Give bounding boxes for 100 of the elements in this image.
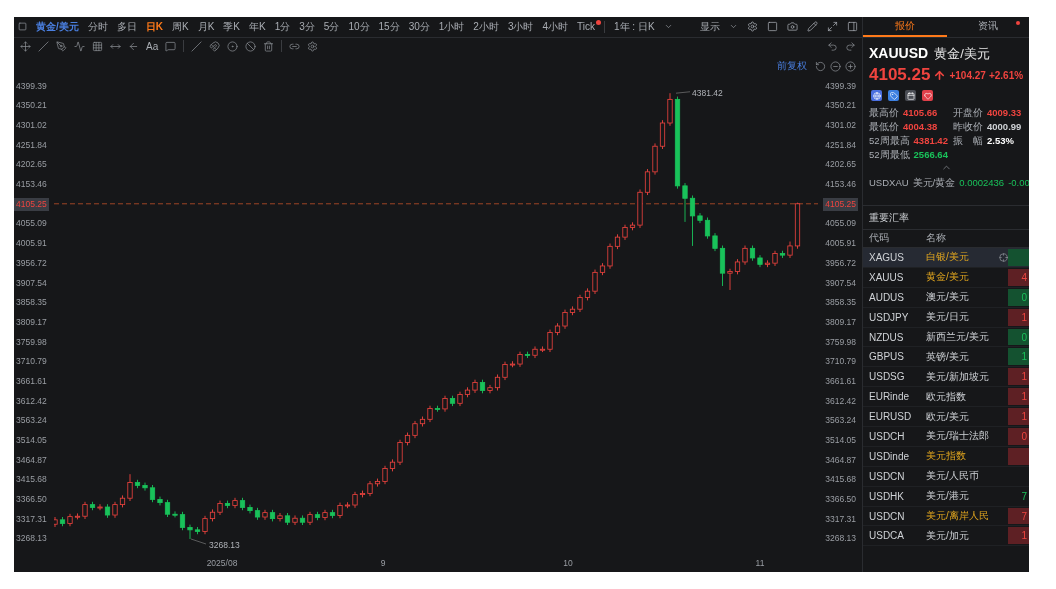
reset-icon[interactable] xyxy=(815,60,826,72)
pencil-icon[interactable] xyxy=(807,21,818,33)
square-icon[interactable] xyxy=(767,21,778,33)
table-cell-text: USDSG xyxy=(868,371,906,383)
period-tab[interactable]: 周K xyxy=(172,19,189,34)
expand-icon[interactable] xyxy=(827,21,838,33)
panel-icon[interactable] xyxy=(847,21,858,33)
period-tab[interactable]: 日K xyxy=(145,19,163,34)
pair-name: 美元/瑞士法郎 xyxy=(926,429,989,444)
quote-row[interactable]: USDCA 美元/加元 1 xyxy=(863,526,1029,547)
period-tab[interactable]: 5分 xyxy=(323,19,340,34)
quote-row[interactable]: EURUSD 欧元/美元 1 xyxy=(863,407,1029,427)
pair-name: 美元/加元 xyxy=(926,528,969,543)
candlestick xyxy=(277,512,283,523)
quote-row[interactable]: XAGUS 白银/美元 xyxy=(863,248,1029,268)
period-tab[interactable]: 3小时 xyxy=(507,19,534,34)
quote-row[interactable]: GBPUS 英镑/美元 1 xyxy=(863,347,1029,368)
period-tab[interactable]: 分时 xyxy=(87,19,108,34)
heart-icon[interactable] xyxy=(922,90,933,101)
value-cell: 1 xyxy=(1008,368,1029,386)
price-axis-label: 3366.50 xyxy=(15,493,48,507)
quote-row[interactable]: USDCN 美元/人民币 xyxy=(863,466,1029,487)
camera-icon[interactable] xyxy=(787,21,798,33)
price-axis-label: 3759.98 xyxy=(15,335,48,349)
range-dropdown[interactable]: 1年 : 日K xyxy=(614,19,655,34)
period-tab[interactable]: 年K xyxy=(249,19,266,34)
period-tab[interactable]: 多日 xyxy=(116,19,137,34)
table-cell-text: USDHK xyxy=(868,490,905,502)
move-icon[interactable] xyxy=(20,40,31,52)
tag-icon[interactable] xyxy=(888,90,899,101)
value-cell: 7 xyxy=(1008,507,1029,525)
quote-row[interactable]: USDCH 美元/瑞士法郎 0 xyxy=(863,427,1029,447)
period-tab[interactable]: 季K xyxy=(223,19,241,34)
line-icon[interactable] xyxy=(38,40,49,52)
quote-row[interactable]: EURinde 欧元指数 1 xyxy=(863,387,1029,408)
period-tab[interactable]: 3分 xyxy=(299,19,315,34)
calendar-icon[interactable] xyxy=(905,90,916,101)
quote-row[interactable]: XAUUS 黄金/美元 4 xyxy=(863,267,1029,288)
quote-row[interactable]: NZDUS 新西兰元/美元 0 xyxy=(863,327,1029,348)
quote-row[interactable]: USDCN 美元/离岸人民 7 xyxy=(863,506,1029,527)
pair-name: 美元/港元 xyxy=(926,489,969,504)
trash-icon[interactable] xyxy=(263,40,275,52)
notification-dot xyxy=(1016,21,1020,25)
panel-tab[interactable]: 报价 xyxy=(863,17,947,37)
price-axis-label: 3317.31 xyxy=(824,512,857,526)
pen-icon[interactable] xyxy=(56,40,67,52)
value-cell: 1 xyxy=(1008,308,1029,326)
candlestick xyxy=(727,268,733,291)
undo-icon[interactable] xyxy=(827,40,838,52)
quote-row[interactable]: USDinde 美元指数 xyxy=(863,446,1029,467)
stat-label: 52周最低 xyxy=(869,149,910,162)
candlestick xyxy=(187,524,193,540)
price-axis-label: 3514.05 xyxy=(824,434,857,447)
square-icon[interactable] xyxy=(18,22,27,32)
price-axis-label: 4005.91 xyxy=(824,237,857,251)
adjustment-button[interactable]: 前复权 xyxy=(777,59,811,74)
quote-row[interactable]: USDJPY 美元/日元 1 xyxy=(863,307,1029,328)
panel-tab[interactable]: 资讯 xyxy=(946,17,1029,37)
quote-row[interactable]: USDHK 美元/港元 7 xyxy=(863,486,1029,507)
symbol-code: XAUUSD xyxy=(869,45,929,61)
symbol-tab[interactable]: 黄金/美元 xyxy=(36,19,79,34)
tick-tab[interactable]: Tick xyxy=(577,21,595,33)
globe-icon[interactable] xyxy=(871,90,882,101)
settings-icon[interactable] xyxy=(307,40,319,52)
candlestick xyxy=(127,474,133,502)
period-tab[interactable]: 4小时 xyxy=(542,19,568,34)
target-icon[interactable] xyxy=(227,40,239,52)
stat-value: 4381.42 xyxy=(913,135,948,148)
target-icon[interactable] xyxy=(999,252,1008,262)
pair-name: 白银/美元 xyxy=(926,250,969,265)
display-menu[interactable]: 显示 xyxy=(700,19,720,34)
period-tab[interactable]: 1小时 xyxy=(438,19,465,34)
price-axis-label: 3612.42 xyxy=(824,394,857,408)
price-axis-label: 3612.42 xyxy=(15,394,48,408)
zoom-out-icon[interactable] xyxy=(830,60,841,72)
period-tab[interactable]: 1分 xyxy=(274,19,291,34)
settings-icon[interactable] xyxy=(747,21,758,33)
pair-name: 美元/人民币 xyxy=(926,469,979,484)
candlestick xyxy=(382,465,388,485)
hide-icon[interactable] xyxy=(245,40,257,52)
price-axis-label: 4350.21 xyxy=(15,99,48,113)
period-tab[interactable]: 月K xyxy=(197,19,215,34)
period-tab[interactable]: 30分 xyxy=(408,19,430,34)
date-axis-label: 10 xyxy=(563,558,573,569)
grid-icon[interactable] xyxy=(92,40,103,52)
table-cell-text: AUDUS xyxy=(868,291,905,303)
wave-icon[interactable] xyxy=(74,40,85,52)
period-tab[interactable]: 10分 xyxy=(348,19,370,34)
text-tool[interactable]: Aa xyxy=(146,40,159,52)
quote-row[interactable]: USDSG 美元/新加坡元 1 xyxy=(863,367,1029,388)
arrow-left-icon[interactable] xyxy=(128,40,139,52)
comment-icon[interactable] xyxy=(165,40,177,52)
period-tab[interactable]: 15分 xyxy=(378,19,400,34)
stat-label: 振 幅 xyxy=(953,135,983,148)
zoom-in-icon[interactable] xyxy=(845,60,856,72)
price-axis-label: 3907.54 xyxy=(824,276,857,290)
period-tab[interactable]: 2小时 xyxy=(473,19,499,34)
price-axis-label: 4202.65 xyxy=(824,158,857,172)
quote-row[interactable]: AUDUS 澳元/美元 0 xyxy=(863,287,1029,308)
redo-icon[interactable] xyxy=(845,40,856,52)
